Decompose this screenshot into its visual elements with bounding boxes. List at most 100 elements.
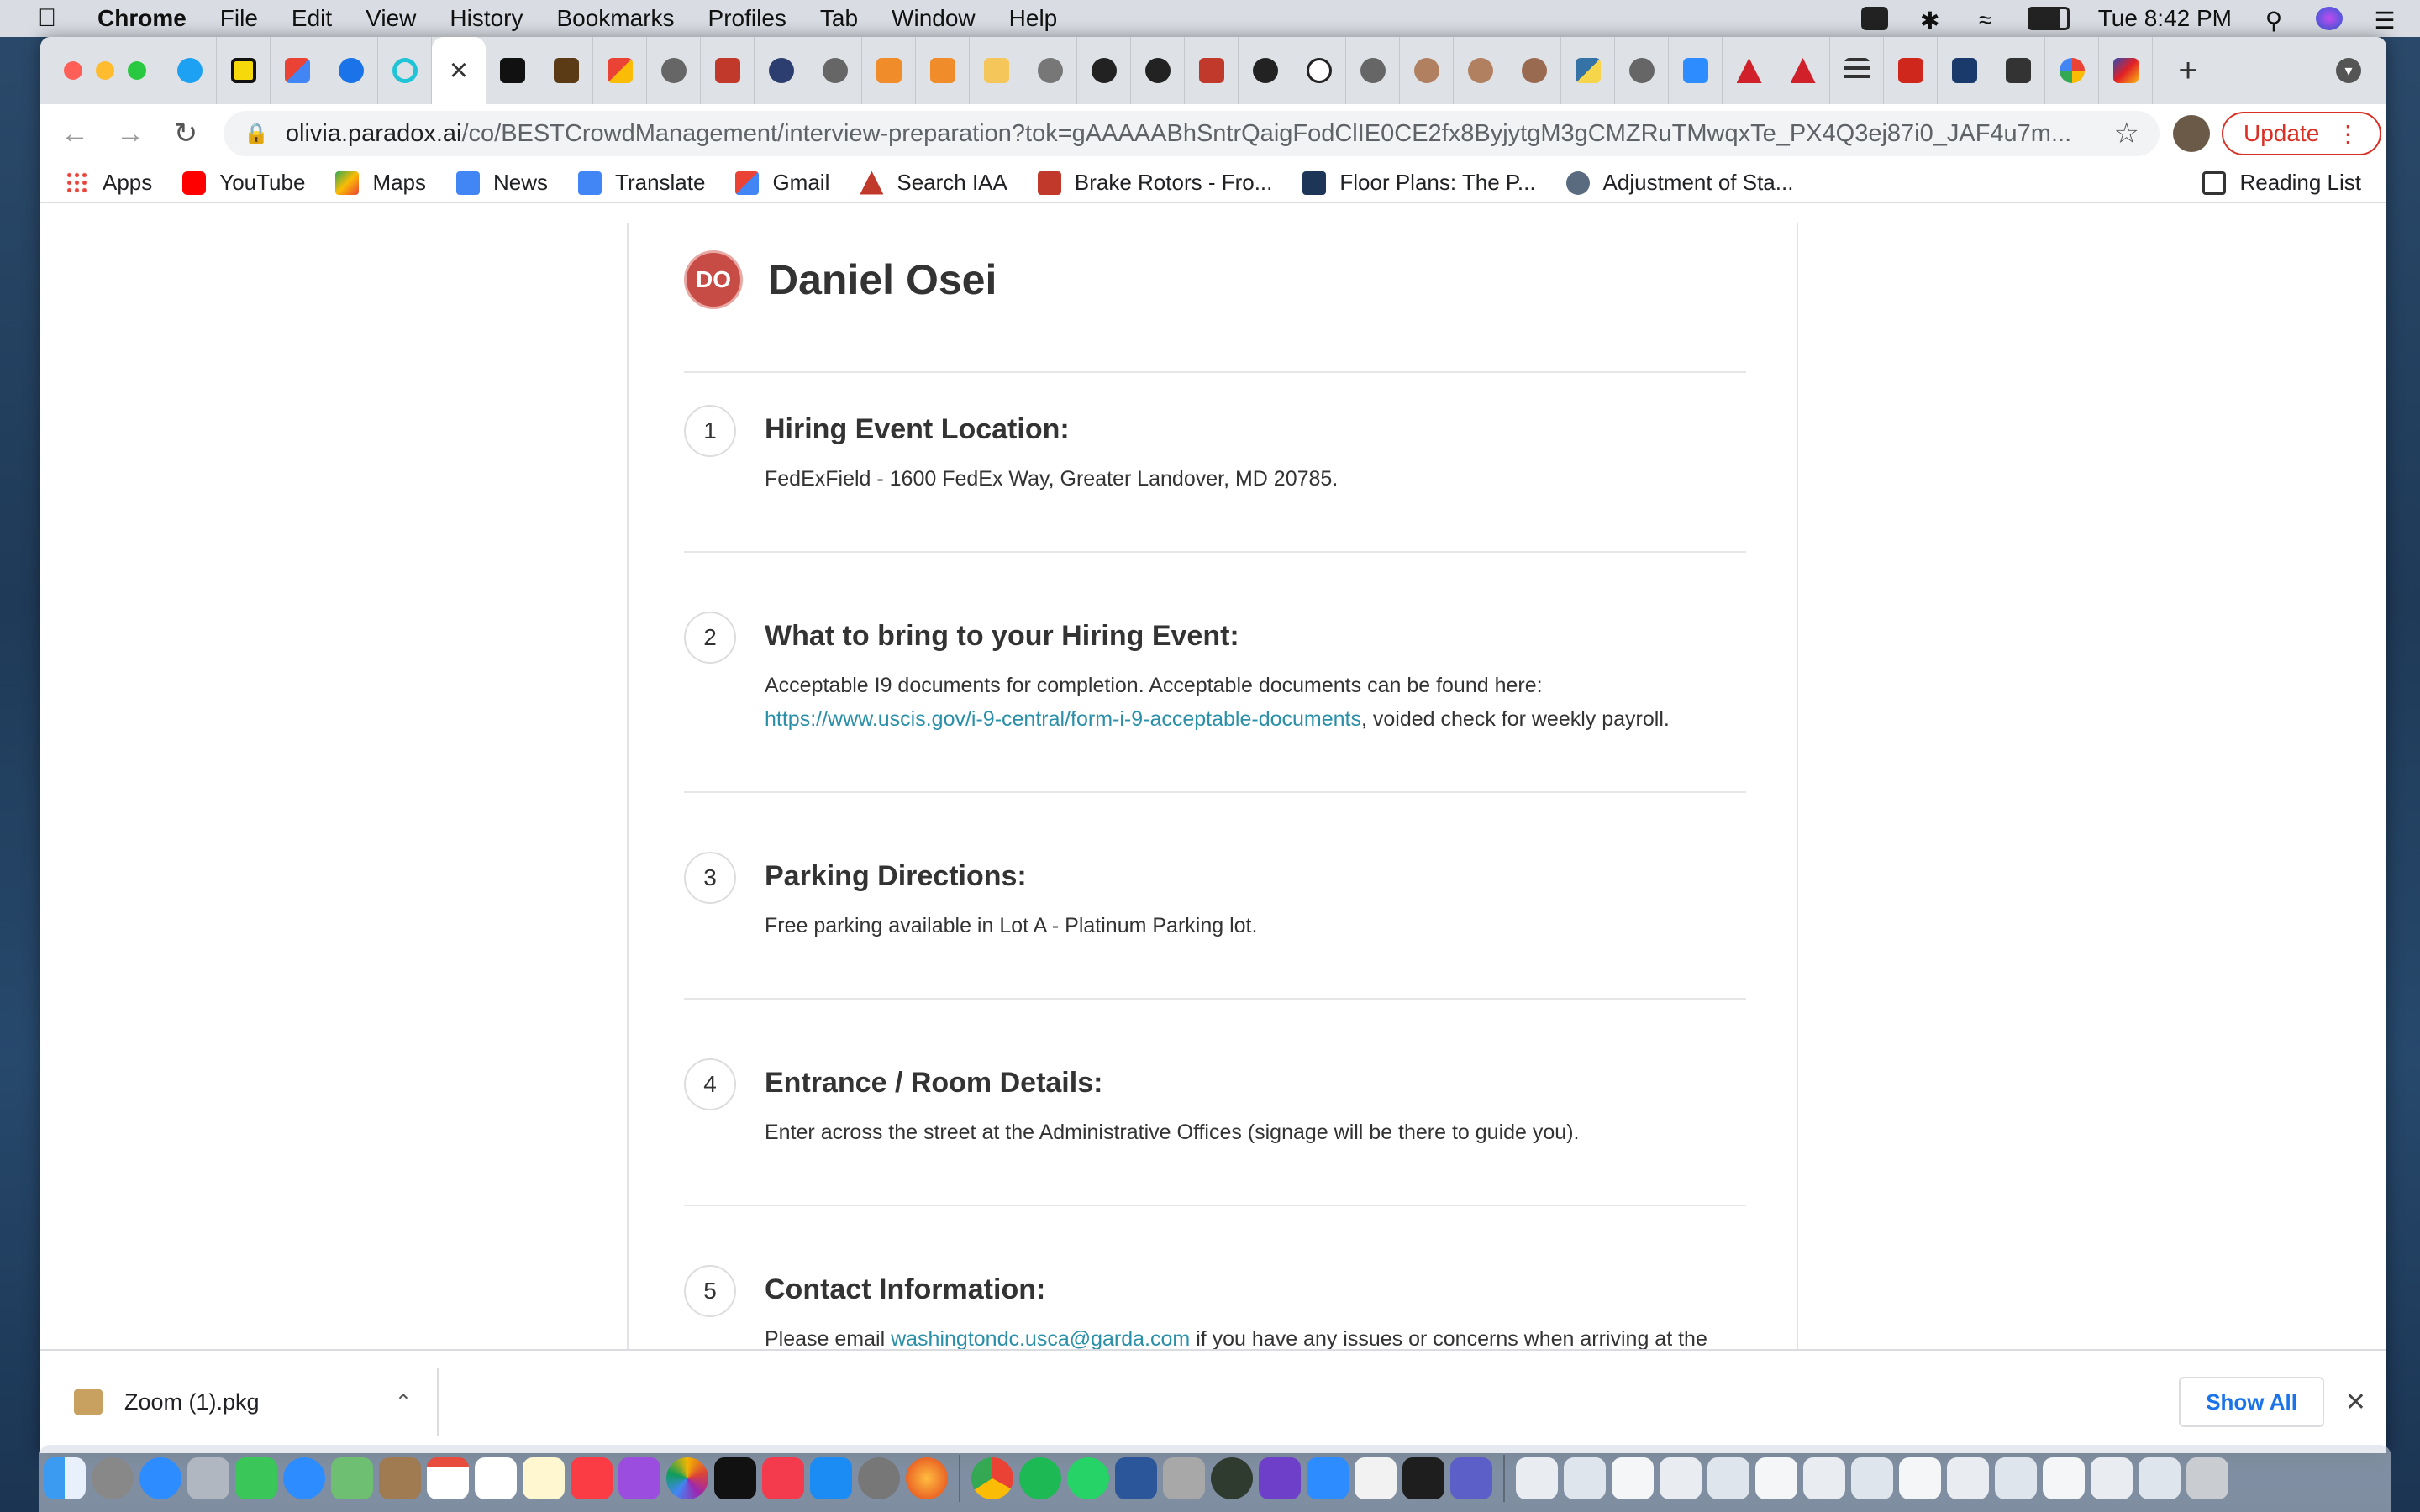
lock-icon[interactable]: 🔒 (244, 122, 269, 146)
contact-email-link[interactable]: washingtondc.usca@garda.com (891, 1327, 1190, 1349)
download-item[interactable]: Zoom (1).pkg ⌃ (40, 1368, 439, 1436)
finder-icon[interactable] (44, 1457, 86, 1499)
tab-1[interactable] (217, 37, 271, 104)
recent-window-thumbnail[interactable] (1564, 1457, 1606, 1499)
tab-5[interactable] (647, 37, 701, 104)
tab-22[interactable] (1776, 37, 1830, 104)
tab-twitter[interactable] (163, 37, 217, 104)
tab-github-3[interactable] (1239, 37, 1292, 104)
word-icon[interactable] (1115, 1457, 1157, 1499)
menu-window[interactable]: Window (892, 5, 976, 32)
maps-icon[interactable] (331, 1457, 373, 1499)
textedit-icon[interactable] (1355, 1457, 1397, 1499)
battery-icon[interactable] (2027, 7, 2070, 30)
control-center-icon[interactable]: ☰ (2371, 7, 2398, 34)
recent-window-thumbnail[interactable] (2091, 1457, 2133, 1499)
profile-avatar[interactable] (2173, 115, 2210, 152)
tab-4[interactable] (486, 37, 539, 104)
apple-menu-icon[interactable]:  (22, 4, 72, 33)
alien-app-icon[interactable] (1211, 1457, 1253, 1499)
calendar-icon[interactable] (427, 1457, 469, 1499)
keychain-icon[interactable] (1163, 1457, 1205, 1499)
menu-tab[interactable]: Tab (820, 5, 858, 32)
bookmark-star-icon[interactable]: ☆ (2114, 117, 2139, 150)
tab-gmail-2[interactable] (593, 37, 647, 104)
notes-icon[interactable] (523, 1457, 565, 1499)
safari-icon[interactable] (139, 1457, 182, 1499)
tab-10[interactable] (916, 37, 970, 104)
tab-gmail[interactable] (271, 37, 324, 104)
forward-button[interactable]: → (109, 118, 151, 150)
tab-ups[interactable] (539, 37, 593, 104)
photos-icon[interactable] (666, 1457, 708, 1499)
recent-window-thumbnail[interactable] (2139, 1457, 2181, 1499)
tab-inu[interactable] (1991, 37, 2045, 104)
tab-13[interactable] (1185, 37, 1239, 104)
messages-icon[interactable] (283, 1457, 325, 1499)
close-tab-icon[interactable]: × (450, 53, 468, 89)
music-icon[interactable] (571, 1457, 613, 1499)
firefox-icon[interactable] (906, 1457, 948, 1499)
tab-github-1[interactable] (1077, 37, 1131, 104)
menu-help[interactable]: Help (1009, 5, 1058, 32)
address-bar[interactable]: 🔒 olivia.paradox.ai /co/BESTCrowdManagem… (224, 111, 2160, 156)
news-app-icon[interactable] (762, 1457, 804, 1499)
zoom-app-icon[interactable] (1307, 1457, 1349, 1499)
bookmark-brake-rotors[interactable]: Brake Rotors - Fro... (1037, 170, 1272, 196)
tab-16[interactable] (1400, 37, 1454, 104)
spotify-icon[interactable] (1019, 1457, 1061, 1499)
recent-window-thumbnail[interactable] (1899, 1457, 1941, 1499)
tab-adp[interactable] (1884, 37, 1938, 104)
tab-6[interactable] (701, 37, 755, 104)
reload-button[interactable]: ↻ (165, 117, 207, 150)
notes-brown-icon[interactable] (379, 1457, 421, 1499)
system-preferences-icon[interactable] (858, 1457, 900, 1499)
new-tab-button[interactable]: + (2161, 52, 2215, 90)
menu-profiles[interactable]: Profiles (708, 5, 786, 32)
reminders-icon[interactable] (475, 1457, 517, 1499)
tab-19[interactable] (1561, 37, 1615, 104)
chrome-icon[interactable] (971, 1457, 1013, 1499)
recent-window-thumbnail[interactable] (1947, 1457, 1989, 1499)
tab-20[interactable] (1615, 37, 1669, 104)
minimize-window-button[interactable] (96, 61, 114, 80)
tab-search-icon[interactable]: ▾ (2336, 58, 2361, 83)
tab-12[interactable] (1023, 37, 1077, 104)
recent-window-thumbnail[interactable] (1612, 1457, 1654, 1499)
recent-window-thumbnail[interactable] (2043, 1457, 2085, 1499)
podcasts-icon[interactable] (618, 1457, 660, 1499)
bookmark-floor-plans[interactable]: Floor Plans: The P... (1302, 170, 1536, 196)
app-store-icon[interactable] (810, 1457, 852, 1499)
tab-southwest[interactable] (2099, 37, 2153, 104)
tab-zoom[interactable] (1669, 37, 1723, 104)
tab-9[interactable] (862, 37, 916, 104)
back-button[interactable]: ← (54, 118, 96, 150)
tab-3[interactable] (378, 37, 432, 104)
menu-history[interactable]: History (450, 5, 523, 32)
recent-window-thumbnail[interactable] (1707, 1457, 1749, 1499)
tab-11[interactable] (970, 37, 1023, 104)
tab-14[interactable] (1292, 37, 1346, 104)
tab-15[interactable] (1346, 37, 1400, 104)
chevron-up-icon[interactable]: ⌃ (395, 1390, 412, 1415)
tab-17[interactable] (1454, 37, 1507, 104)
tab-21[interactable] (1723, 37, 1776, 104)
tab-7[interactable] (755, 37, 808, 104)
menu-view[interactable]: View (366, 5, 416, 32)
update-button[interactable]: Update ⋮ (2222, 112, 2382, 155)
show-all-downloads-button[interactable]: Show All (2179, 1377, 2324, 1427)
bookmark-search-iaa[interactable]: Search IAA (860, 170, 1007, 196)
bookmark-apps[interactable]: Apps (66, 170, 152, 196)
bluetooth-icon[interactable]: ✱ (1917, 7, 1944, 34)
recent-window-thumbnail[interactable] (1755, 1457, 1797, 1499)
tab-23[interactable] (1830, 37, 1884, 104)
tab-18[interactable] (1507, 37, 1561, 104)
close-window-button[interactable] (64, 61, 82, 80)
recent-window-thumbnail[interactable] (1516, 1457, 1558, 1499)
bookmark-translate[interactable]: Translate (578, 170, 705, 196)
whatsapp-icon[interactable] (1067, 1457, 1109, 1499)
tab-active-olivia[interactable]: × (432, 37, 486, 104)
bookmark-news[interactable]: News (456, 170, 548, 196)
reading-list-button[interactable]: Reading List (2202, 170, 2361, 196)
menu-edit[interactable]: Edit (292, 5, 332, 32)
